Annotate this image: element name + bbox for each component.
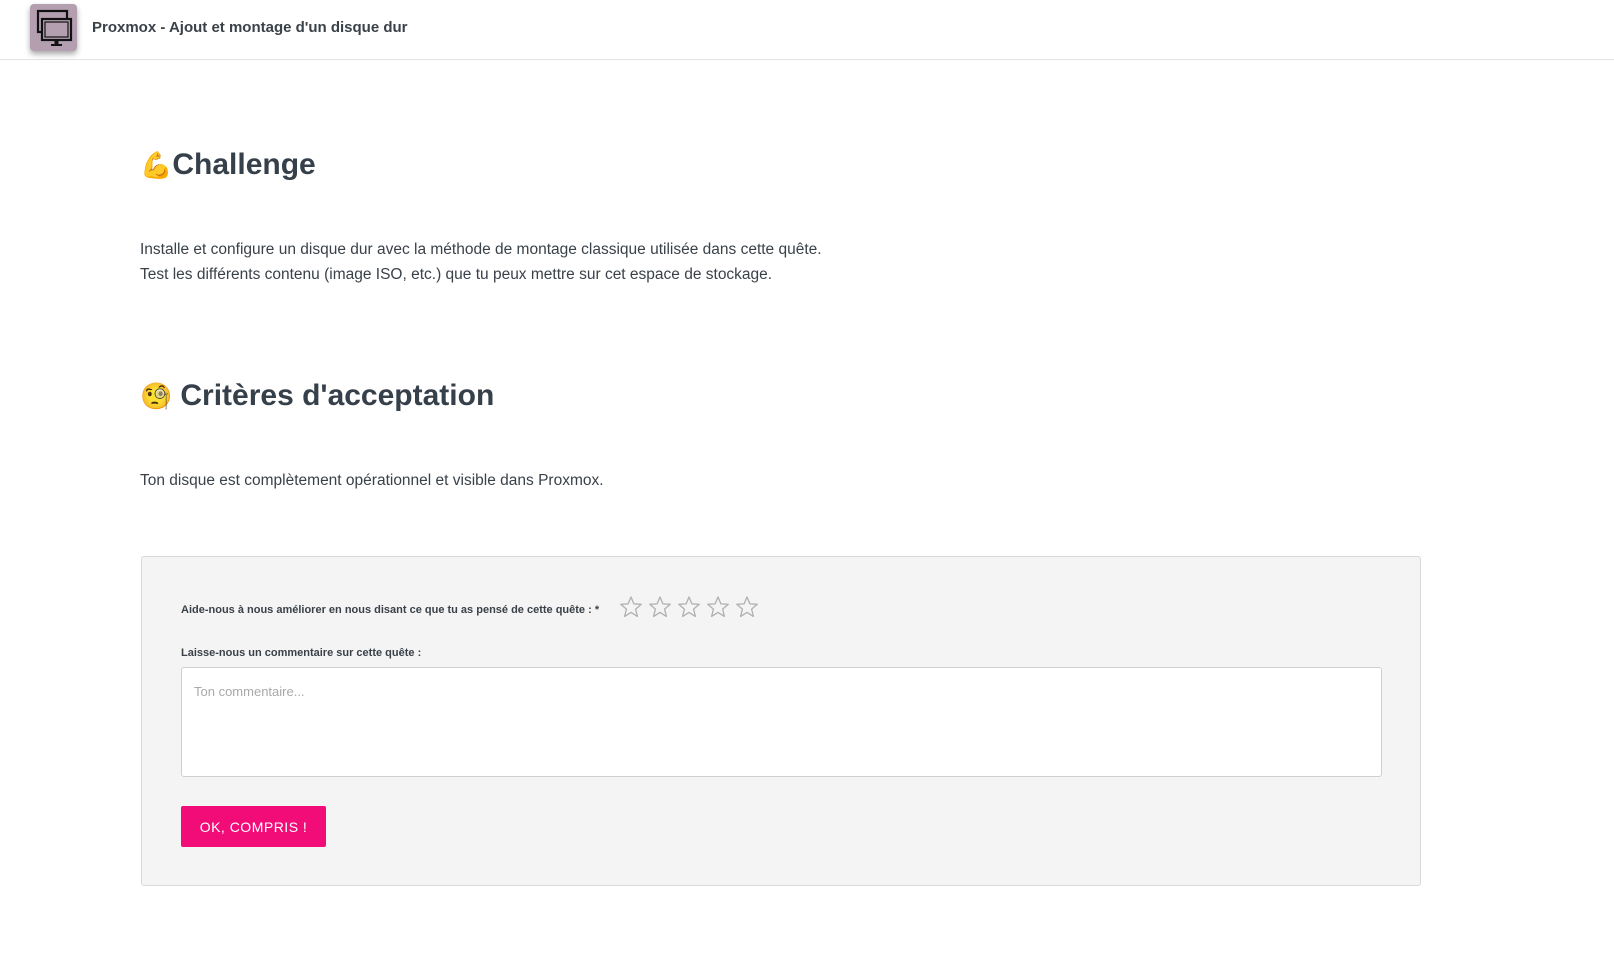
challenge-title: Challenge [172, 148, 316, 181]
star-rating[interactable] [619, 595, 759, 619]
ok-button[interactable]: OK, COMPRIS ! [181, 806, 326, 847]
flexed-biceps-icon: 💪 [140, 150, 173, 180]
comment-input[interactable] [181, 667, 1382, 777]
criteria-heading: 🧐 Critères d'acceptation [140, 379, 494, 413]
challenge-line-1: Installe et configure un disque dur avec… [140, 241, 822, 258]
feedback-panel: Aide-nous à nous améliorer en nous disan… [141, 556, 1421, 886]
challenge-line-2: Test les différents contenu (image ISO, … [140, 266, 773, 283]
monocle-face-icon: 🧐 [140, 381, 173, 411]
criteria-title: Critères d'acceptation [180, 379, 495, 412]
quest-title: Proxmox - Ajout et montage d'un disque d… [92, 19, 408, 36]
rating-label: Aide-nous à nous améliorer en nous disan… [181, 604, 600, 616]
star-icon[interactable] [706, 595, 730, 619]
star-icon[interactable] [735, 595, 759, 619]
challenge-text: Installe et configure un disque dur avec… [140, 237, 822, 287]
star-icon[interactable] [677, 595, 701, 619]
challenge-heading: 💪 Challenge [140, 148, 316, 182]
comment-label: Laisse-nous un commentaire sur cette quê… [181, 647, 422, 659]
top-bar: Proxmox - Ajout et montage d'un disque d… [0, 0, 1614, 60]
computers-icon [36, 9, 72, 46]
star-icon[interactable] [619, 595, 643, 619]
quest-icon [30, 4, 77, 51]
criteria-text: Ton disque est complètement opérationnel… [140, 472, 604, 489]
star-icon[interactable] [648, 595, 672, 619]
